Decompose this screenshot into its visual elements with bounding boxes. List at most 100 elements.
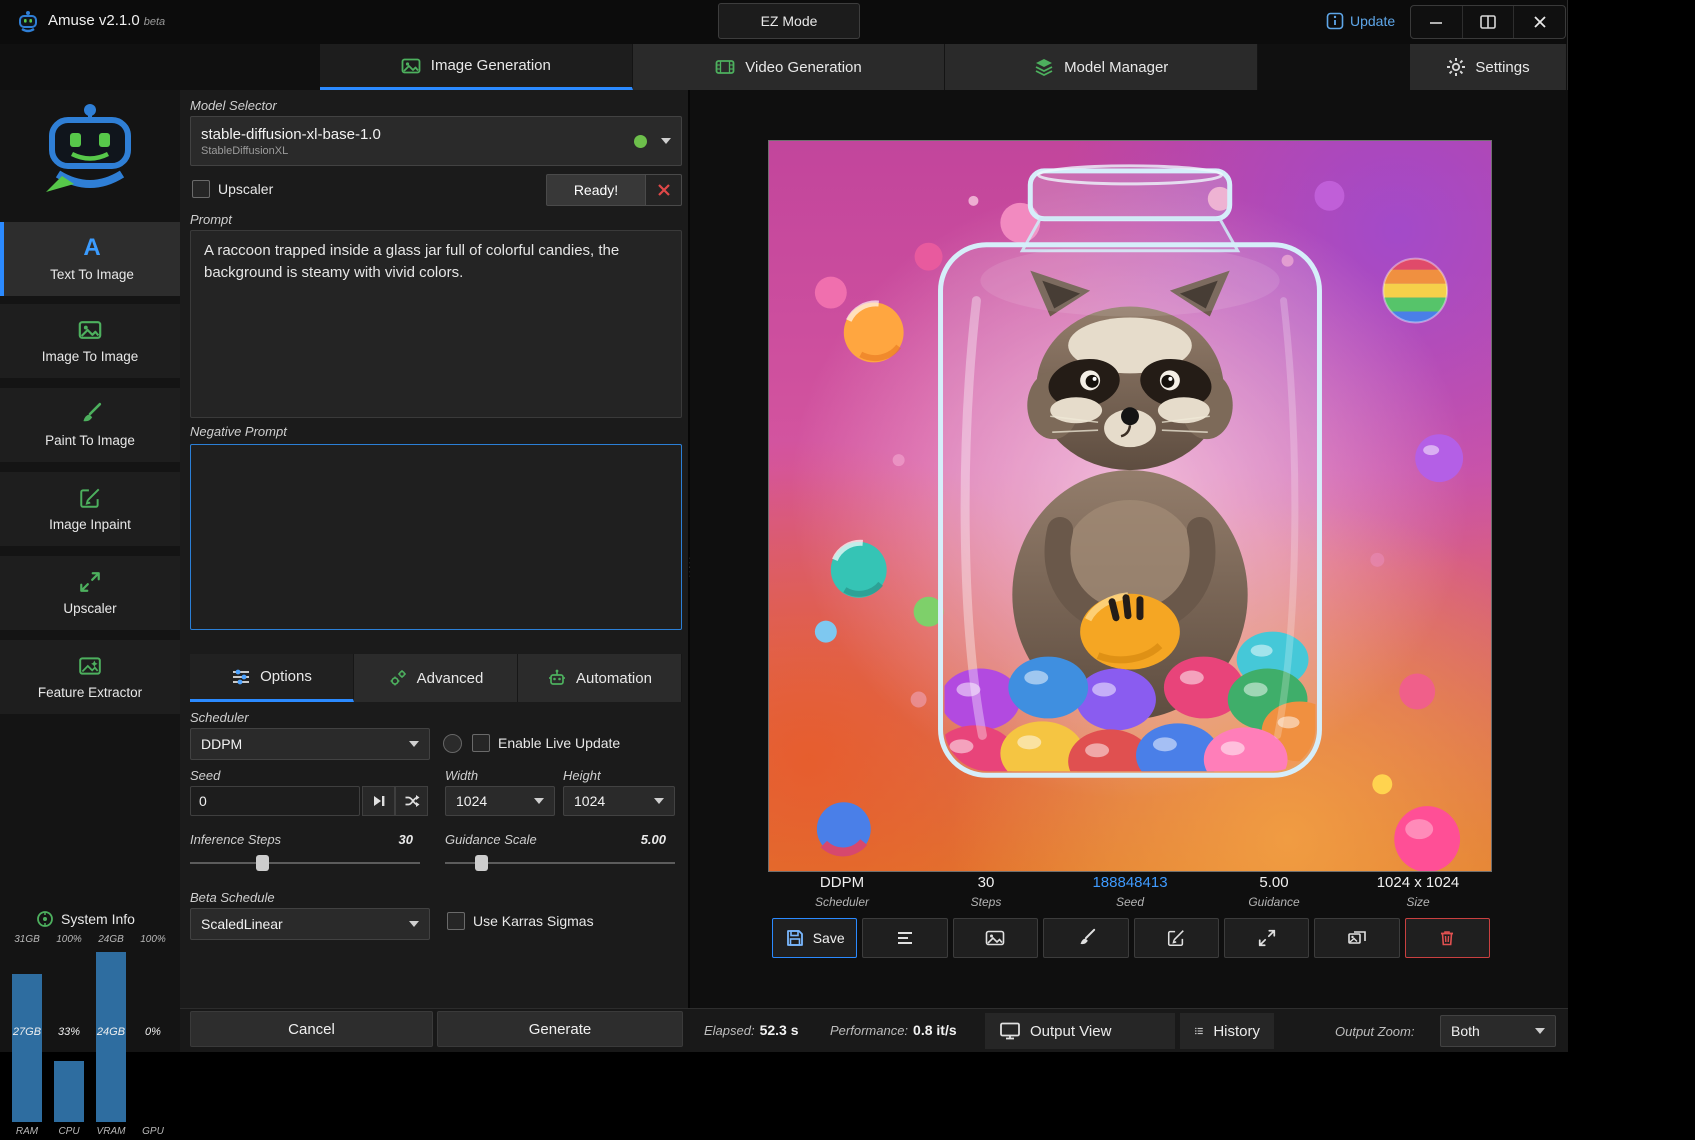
settings-button[interactable]: Settings — [1410, 44, 1566, 90]
karras-sigmas-checkbox[interactable] — [447, 912, 465, 930]
inference-steps-slider[interactable] — [190, 862, 420, 864]
delete-image-button[interactable] — [1405, 918, 1490, 958]
subtab-automation[interactable]: Automation — [518, 654, 682, 702]
gears-icon — [388, 668, 408, 688]
close-icon — [1533, 15, 1547, 29]
subtab-advanced[interactable]: Advanced — [354, 654, 518, 702]
result-steps: 30 Steps — [914, 874, 1058, 916]
beta-schedule-label: Beta Schedule — [190, 890, 275, 905]
width-dropdown[interactable]: 1024 — [445, 786, 555, 816]
system-capacity-labels: 31GB 100% 24GB 100% — [6, 934, 174, 945]
desktop: Amuse v2.1.0beta EZ Mode Update — [0, 0, 1695, 1140]
image-icon — [78, 318, 102, 342]
output-view-button[interactable]: Output View — [985, 1013, 1175, 1049]
model-ready-dot — [634, 135, 647, 148]
live-update-checkbox[interactable] — [472, 734, 490, 752]
sidebar-item-image-inpaint[interactable]: Image Inpaint — [0, 472, 180, 546]
seed-input[interactable] — [190, 786, 360, 816]
image-compare-icon — [1347, 928, 1367, 948]
inference-steps-slider-handle[interactable] — [256, 855, 269, 871]
cancel-button[interactable]: Cancel — [190, 1011, 433, 1047]
seed-randomize-button[interactable] — [395, 786, 428, 816]
history-list-icon — [1194, 1021, 1204, 1041]
ready-status-badge: Ready! — [546, 174, 646, 206]
edit-icon — [78, 486, 102, 510]
result-actions: Save — [772, 918, 1490, 958]
copy-prompt-button[interactable] — [862, 918, 947, 958]
tab-video-generation[interactable]: Video Generation — [633, 44, 946, 90]
subtab-options[interactable]: Options — [190, 654, 354, 702]
trash-icon — [1437, 928, 1457, 948]
live-update-toggle[interactable] — [443, 734, 462, 753]
compare-images-button[interactable] — [1314, 918, 1399, 958]
output-zoom-dropdown[interactable]: Both — [1440, 1015, 1556, 1047]
guidance-scale-slider-handle[interactable] — [475, 855, 488, 871]
seed-label: Seed — [190, 768, 220, 783]
sliders-icon — [231, 667, 251, 687]
negative-prompt-input[interactable] — [190, 444, 682, 630]
result-guidance: 5.00 Guidance — [1202, 874, 1346, 916]
sidebar-item-paint-to-image[interactable]: Paint To Image — [0, 388, 180, 462]
ez-mode-button[interactable]: EZ Mode — [718, 3, 860, 39]
sidebar-item-image-to-image[interactable]: Image To Image — [0, 304, 180, 378]
beta-schedule-dropdown[interactable]: ScaledLinear — [190, 908, 430, 940]
performance-status: Performance:0.8 it/s — [830, 1022, 957, 1040]
cancel-load-button[interactable] — [646, 174, 682, 206]
generate-button[interactable]: Generate — [437, 1011, 683, 1047]
height-dropdown[interactable]: 1024 — [563, 786, 675, 816]
beta-label: beta — [144, 16, 165, 28]
close-button[interactable] — [1514, 6, 1565, 38]
sidebar: AMUSE A Text To Image Image To Image Pai… — [0, 90, 180, 1052]
maximize-button[interactable] — [1463, 6, 1515, 38]
upscaler-checkbox[interactable] — [192, 180, 210, 198]
form-footer: Cancel Generate — [180, 1008, 690, 1052]
sidebar-item-upscaler[interactable]: Upscaler — [0, 556, 180, 630]
width-label: Width — [445, 768, 478, 783]
monitor-icon — [999, 1020, 1021, 1042]
image-icon — [401, 56, 421, 76]
robot-icon — [547, 668, 567, 688]
history-button[interactable]: History — [1180, 1013, 1274, 1049]
prompt-label: Prompt — [190, 212, 232, 227]
update-button[interactable]: Update — [1326, 12, 1395, 30]
system-usage-names: RAM CPU VRAM GPU — [6, 1126, 174, 1137]
cpu-bar — [54, 1061, 84, 1122]
result-seed: 188848413 Seed — [1058, 874, 1202, 916]
save-image-button[interactable]: Save — [772, 918, 857, 958]
window-title: Amuse v2.1.0beta — [48, 12, 165, 29]
seed-reset-button[interactable] — [362, 786, 395, 816]
send-to-image-to-image-button[interactable] — [953, 918, 1038, 958]
guidance-scale-slider[interactable] — [445, 862, 675, 864]
info-icon — [1326, 12, 1344, 30]
send-to-upscaler-button[interactable] — [1224, 918, 1309, 958]
height-label: Height — [563, 768, 601, 783]
brush-icon — [1076, 928, 1096, 948]
sidebar-item-text-to-image[interactable]: A Text To Image — [0, 222, 180, 296]
send-to-inpaint-button[interactable] — [1134, 918, 1219, 958]
chevron-down-icon — [654, 798, 664, 804]
main-tabbar: Image Generation Video Generation Model … — [0, 44, 1567, 90]
maximize-icon — [1480, 15, 1496, 29]
minimize-button[interactable] — [1411, 6, 1463, 38]
tab-model-manager[interactable]: Model Manager — [945, 44, 1258, 90]
seed-link[interactable]: 188848413 — [1058, 874, 1202, 891]
output-panel: DDPM Scheduler 30 Steps 188848413 Seed 5… — [690, 90, 1568, 1008]
text-lines-icon — [895, 928, 915, 948]
status-bar: Elapsed:52.3 s Performance:0.8 it/s Outp… — [690, 1008, 1568, 1052]
resize-arrows-icon — [78, 570, 102, 594]
output-zoom-label: Output Zoom: — [1335, 1024, 1414, 1039]
scheduler-dropdown[interactable]: DDPM — [190, 728, 430, 760]
karras-sigmas-label: Use Karras Sigmas — [473, 913, 594, 929]
model-selector-dropdown[interactable]: stable-diffusion-xl-base-1.0 StableDiffu… — [190, 116, 682, 166]
send-to-paint-button[interactable] — [1043, 918, 1128, 958]
sidebar-item-feature-extractor[interactable]: Feature Extractor — [0, 640, 180, 714]
tab-image-generation[interactable]: Image Generation — [320, 44, 633, 90]
elapsed-status: Elapsed:52.3 s — [704, 1022, 799, 1040]
red-x-icon — [657, 183, 671, 197]
prompt-input[interactable]: A raccoon trapped inside a glass jar ful… — [190, 230, 682, 418]
main-tabs: Image Generation Video Generation Model … — [320, 44, 1258, 90]
chevron-down-icon — [1535, 1028, 1545, 1034]
edit-icon — [1166, 928, 1186, 948]
inference-steps-label: Inference Steps — [190, 832, 281, 847]
resize-arrows-icon — [1257, 928, 1277, 948]
